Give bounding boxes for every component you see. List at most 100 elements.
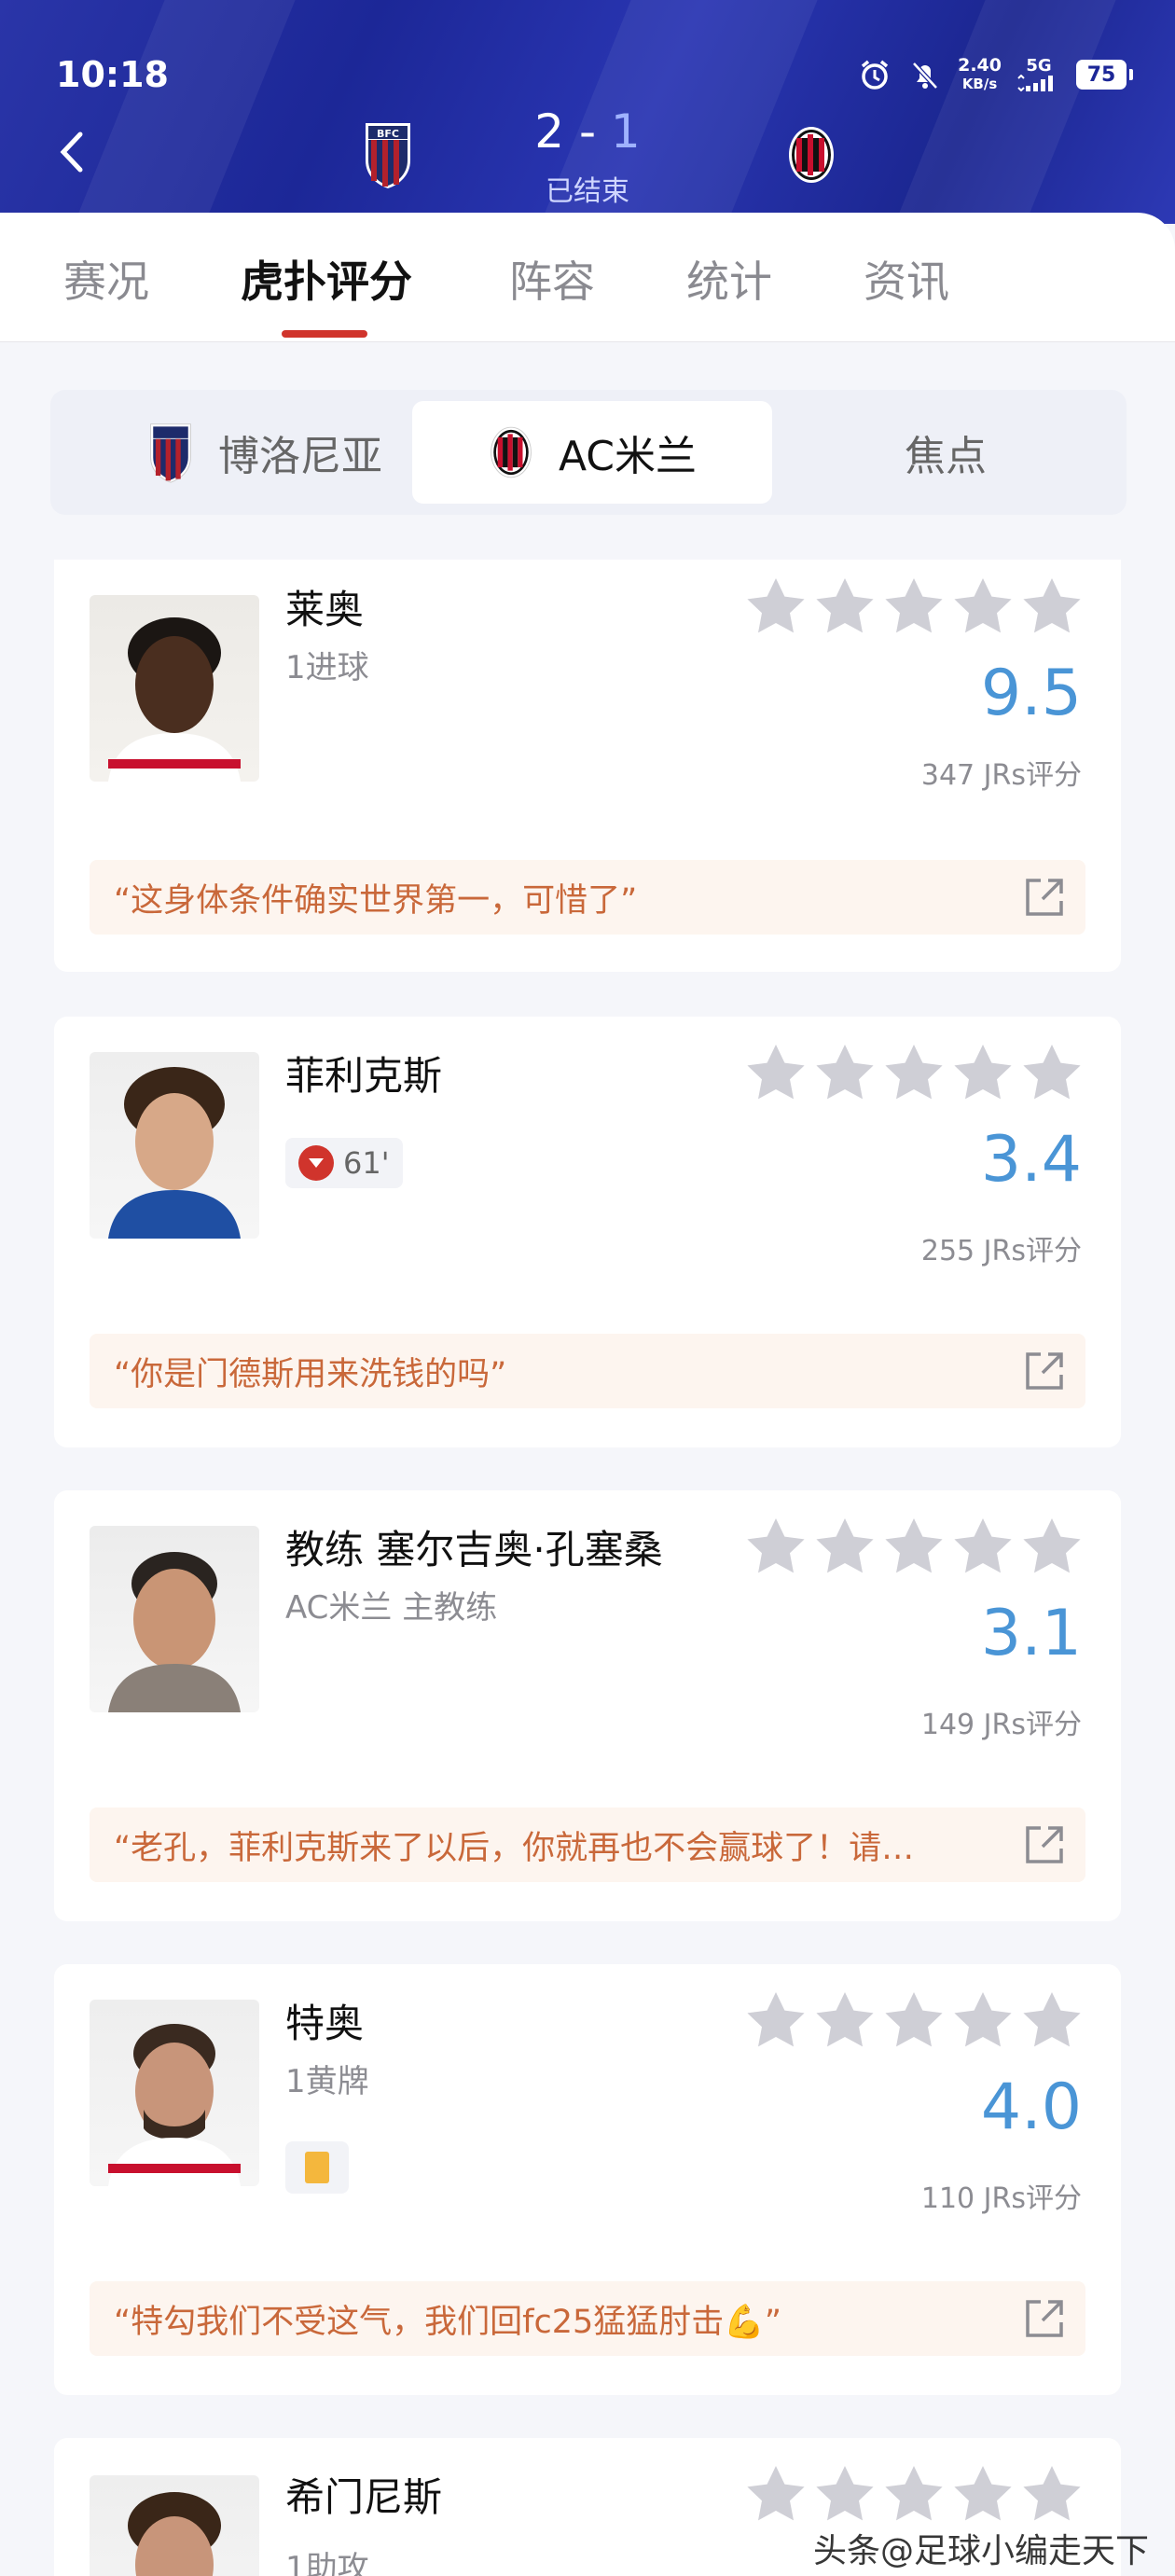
yellow-card-icon: [305, 2152, 329, 2183]
average-rating: 9.5: [980, 657, 1082, 730]
sub-minute: 61': [343, 1145, 390, 1181]
star-icon[interactable]: [1022, 1517, 1082, 1574]
rating-count: 149 JRs评分: [920, 1709, 1082, 1741]
star-icon[interactable]: [1022, 1990, 1082, 2048]
team-tab-label: 焦点: [905, 433, 987, 480]
bologna-crest-icon: [150, 423, 191, 483]
watermark: 头条@足球小编走天下: [812, 2532, 1149, 2570]
star-icon[interactable]: [815, 1990, 875, 2048]
svg-text:BFC: BFC: [377, 128, 399, 140]
star-icon[interactable]: [884, 2464, 944, 2522]
rating-count: 110 JRs评分: [920, 2182, 1082, 2215]
player-card[interactable]: 菲利克斯 61' 3.4 255 JRs评分 “你是门德斯用来洗钱的吗”: [54, 1017, 1121, 1447]
player-stat: 1黄牌: [285, 2063, 369, 2100]
active-tab-indicator: [282, 330, 367, 338]
share-icon[interactable]: [1024, 1824, 1065, 1865]
tab-stats[interactable]: 统计: [686, 248, 772, 310]
substitution-badge: 61': [285, 1138, 403, 1188]
home-score: 2: [534, 104, 565, 159]
star-icon[interactable]: [953, 576, 1013, 634]
rating-count: 347 JRs评分: [920, 759, 1082, 792]
rating-count: 255 JRs评分: [920, 1235, 1082, 1267]
score-separator: -: [578, 104, 597, 159]
speed-value: 2.40: [958, 55, 1002, 76]
hot-comment[interactable]: “特勾我们不受这气，我们回fc25猛猛肘击💪”: [90, 2281, 1085, 2356]
star-icon[interactable]: [746, 1990, 806, 2048]
speed-unit: KB/s: [961, 76, 998, 92]
tab-ratings[interactable]: 虎扑评分: [241, 248, 412, 310]
star-icon[interactable]: [953, 1990, 1013, 2048]
team-tab-label: 博洛尼亚: [218, 433, 382, 480]
average-rating: 3.1: [980, 1597, 1082, 1670]
star-icon[interactable]: [815, 1517, 875, 1574]
coach-card[interactable]: 教练 塞尔吉奥·孔塞桑 AC米兰 主教练 3.1 149 JRs评分 “老孔，菲…: [54, 1490, 1121, 1921]
team-tab-bologna[interactable]: 博洛尼亚: [106, 401, 423, 504]
star-icon[interactable]: [815, 2464, 875, 2522]
star-icon[interactable]: [1022, 2464, 1082, 2522]
player-stat: 1助攻: [285, 2550, 369, 2576]
signal-indicator: 5G: [1016, 58, 1061, 91]
comment-text: “这身体条件确实世界第一，可惜了”: [114, 881, 638, 920]
network-type: 5G: [1026, 56, 1052, 76]
player-avatar: [90, 2475, 259, 2576]
star-icon[interactable]: [815, 576, 875, 634]
tab-news[interactable]: 资讯: [864, 248, 949, 310]
star-icon[interactable]: [953, 1517, 1013, 1574]
hot-comment[interactable]: “这身体条件确实世界第一，可惜了”: [90, 860, 1085, 935]
star-icon[interactable]: [815, 1043, 875, 1101]
status-time: 10:18: [56, 54, 169, 95]
network-speed: 2.40 KB/s: [958, 56, 1002, 93]
team-tab-ac-milan[interactable]: AC米兰: [412, 401, 772, 504]
coach-role: AC米兰 主教练: [285, 1589, 498, 1627]
match-score: 2 - 1: [494, 104, 681, 159]
player-name: 特奥: [285, 2001, 365, 2046]
average-rating: 4.0: [980, 2070, 1082, 2144]
star-rating-input[interactable]: [746, 1043, 1082, 1101]
player-avatar: [90, 2000, 259, 2186]
battery-indicator: 75: [1076, 60, 1133, 90]
comment-text: “特勾我们不受这气，我们回fc25猛猛肘击💪”: [114, 2303, 781, 2341]
hot-comment[interactable]: “老孔，菲利克斯来了以后，你就再也不会赢球了！请…: [90, 1807, 1085, 1882]
player-avatar: [90, 595, 259, 782]
hot-comment[interactable]: “你是门德斯用来洗钱的吗”: [90, 1334, 1085, 1408]
star-icon[interactable]: [746, 576, 806, 634]
ac-milan-crest-icon: [785, 119, 837, 190]
star-icon[interactable]: [884, 1990, 944, 2048]
star-icon[interactable]: [746, 2464, 806, 2522]
coach-name: 教练 塞尔吉奥·孔塞桑: [285, 1527, 663, 1572]
star-icon[interactable]: [884, 576, 944, 634]
star-icon[interactable]: [884, 1043, 944, 1101]
star-icon[interactable]: [746, 1517, 806, 1574]
status-icons: 2.40 KB/s 5G 75: [857, 56, 1133, 93]
share-icon[interactable]: [1024, 877, 1065, 918]
star-icon[interactable]: [1022, 576, 1082, 634]
star-rating-input[interactable]: [746, 2464, 1082, 2522]
mute-bell-icon: [907, 57, 943, 92]
alarm-icon: [857, 57, 892, 92]
player-card[interactable]: 特奥 1黄牌 4.0 110 JRs评分 “特勾我们不受这气，我们回fc25猛猛…: [54, 1964, 1121, 2395]
back-button[interactable]: [54, 129, 91, 175]
tab-bar: 赛况 虎扑评分 阵容 统计 资讯: [0, 213, 1175, 342]
share-icon[interactable]: [1024, 1350, 1065, 1392]
player-card[interactable]: 莱奥 1进球 9.5 347 JRs评分 “这身体条件确实世界第一，可惜了”: [54, 560, 1121, 972]
star-icon[interactable]: [746, 1043, 806, 1101]
team-tab-focus[interactable]: 焦点: [834, 401, 1058, 504]
share-icon[interactable]: [1024, 2298, 1065, 2339]
player-name: 希门尼斯: [285, 2474, 443, 2520]
star-icon[interactable]: [1022, 1043, 1082, 1101]
away-score: 1: [610, 104, 641, 159]
star-rating-input[interactable]: [746, 1517, 1082, 1574]
player-name: 莱奥: [285, 587, 365, 632]
star-rating-input[interactable]: [746, 576, 1082, 634]
star-icon[interactable]: [953, 1043, 1013, 1101]
chevron-left-icon: [60, 132, 83, 173]
average-rating: 3.4: [980, 1123, 1082, 1197]
player-avatar: [90, 1052, 259, 1239]
star-icon[interactable]: [953, 2464, 1013, 2522]
star-icon[interactable]: [884, 1517, 944, 1574]
match-status: 已结束: [546, 175, 629, 208]
tab-live[interactable]: 赛况: [63, 248, 149, 310]
tab-lineup[interactable]: 阵容: [509, 248, 595, 310]
sub-off-icon: [298, 1145, 334, 1181]
star-rating-input[interactable]: [746, 1990, 1082, 2048]
